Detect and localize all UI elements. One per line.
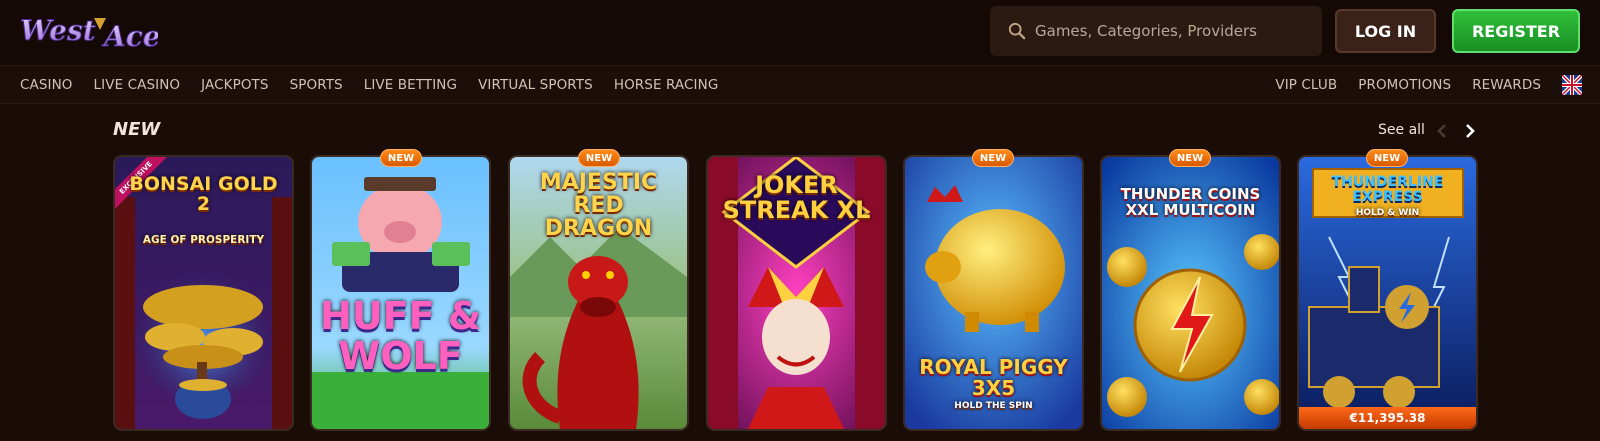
- game-subtitle: HOLD & WIN: [1355, 208, 1420, 218]
- game-title: THUNDER COINS XXL MULTICOIN: [1120, 185, 1261, 219]
- nav-sports[interactable]: SPORTS: [290, 77, 343, 93]
- nav-live-betting[interactable]: LIVE BETTING: [364, 77, 457, 93]
- new-badge: NEW: [1366, 149, 1408, 167]
- main-nav: CASINO LIVE CASINO JACKPOTS SPORTS LIVE …: [0, 66, 1600, 104]
- game-subtitle: HOLD THE SPIN: [954, 401, 1033, 411]
- site-header: West Ace LOG IN REGISTER: [0, 0, 1600, 66]
- game-title: JOKER STREAK XL: [722, 171, 871, 225]
- game-art: [312, 157, 489, 429]
- west-ace-logo[interactable]: West Ace: [18, 6, 162, 56]
- nav-live-casino[interactable]: LIVE CASINO: [94, 77, 181, 93]
- register-button[interactable]: REGISTER: [1452, 9, 1580, 53]
- game-card-huff-wolf[interactable]: HUFF & WOLF: [310, 155, 491, 431]
- game-title: HUFF & WOLF: [320, 294, 481, 378]
- game-card-majestic-red-dragon[interactable]: MAJESTIC RED DRAGON: [508, 155, 689, 431]
- see-all-link[interactable]: See all: [1378, 122, 1425, 138]
- search-icon: [1008, 22, 1026, 40]
- game-title: MAJESTIC RED DRAGON: [539, 170, 658, 242]
- jackpot-amount: €11,395.38: [1299, 407, 1476, 429]
- section-title: NEW: [113, 119, 161, 140]
- game-title: THUNDERLINE EXPRESS: [1331, 174, 1444, 205]
- nav-jackpots[interactable]: JACKPOTS: [201, 77, 268, 93]
- new-badge: NEW: [380, 149, 422, 167]
- game-card-thunder-coins-xxl[interactable]: THUNDER COINS XXL MULTICOIN: [1100, 155, 1281, 431]
- chevron-right-icon[interactable]: [1460, 121, 1480, 141]
- svg-text:Ace: Ace: [101, 20, 158, 53]
- uk-flag-icon[interactable]: [1562, 75, 1582, 95]
- game-title: BONSAI GOLD 2: [129, 173, 278, 215]
- login-button[interactable]: LOG IN: [1335, 9, 1436, 53]
- game-title: ROYAL PIGGY 3X5: [919, 355, 1068, 400]
- game-card-bonsai-gold-2[interactable]: EXCLUSIVE BONSAI GOLD 2 AGE OF PROSPERIT…: [113, 155, 294, 431]
- chevron-left-icon[interactable]: [1432, 121, 1452, 141]
- nav-promotions[interactable]: PROMOTIONS: [1358, 77, 1451, 93]
- game-card-thunderline-express[interactable]: THUNDERLINE EXPRESS HOLD & WIN €11,395.3…: [1297, 155, 1478, 431]
- svg-text:West: West: [20, 14, 96, 47]
- game-card-joker-streak-xl[interactable]: JOKER STREAK XL: [706, 155, 887, 431]
- nav-casino[interactable]: CASINO: [20, 77, 73, 93]
- search-box[interactable]: [990, 6, 1322, 56]
- nav-horse-racing[interactable]: HORSE RACING: [614, 77, 719, 93]
- nav-virtual-sports[interactable]: VIRTUAL SPORTS: [478, 77, 593, 93]
- nav-vip-club[interactable]: VIP CLUB: [1275, 77, 1337, 93]
- nav-rewards[interactable]: REWARDS: [1472, 77, 1541, 93]
- game-subtitle: AGE OF PROSPERITY: [142, 234, 265, 246]
- new-badge: NEW: [972, 149, 1014, 167]
- game-card-royal-piggy[interactable]: ROYAL PIGGY 3X5 HOLD THE SPIN: [903, 155, 1084, 431]
- new-badge: NEW: [1169, 149, 1211, 167]
- search-input[interactable]: [1035, 22, 1315, 40]
- new-badge: NEW: [578, 149, 620, 167]
